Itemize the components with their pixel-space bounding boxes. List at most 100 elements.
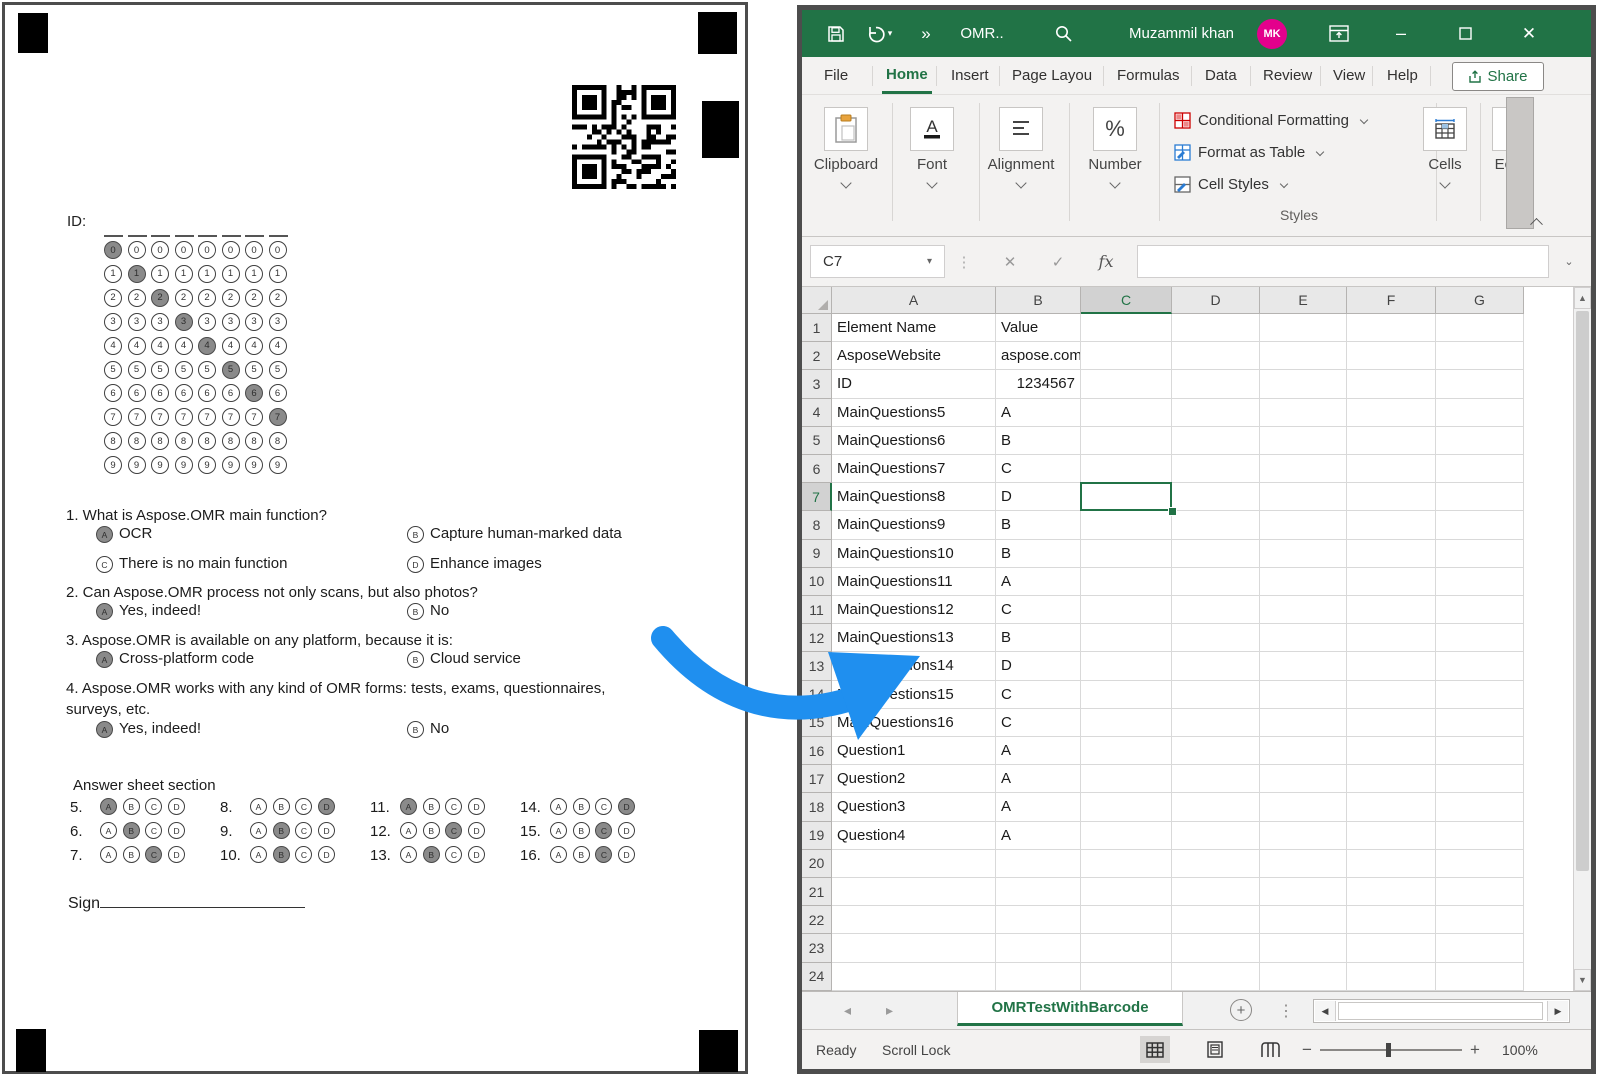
row-header-2[interactable]: 2 (802, 342, 832, 370)
cell-G2[interactable] (1436, 342, 1524, 370)
cell-C19[interactable] (1081, 822, 1172, 850)
cell-D7[interactable] (1172, 483, 1260, 511)
cell-B24[interactable] (996, 963, 1081, 991)
select-all-corner[interactable] (802, 287, 832, 314)
cell-A7[interactable]: MainQuestions8 (832, 483, 996, 511)
cell-A24[interactable] (832, 963, 996, 991)
cell-C13[interactable] (1081, 652, 1172, 680)
row-header-6[interactable]: 6 (802, 455, 832, 483)
cell-C3[interactable] (1081, 370, 1172, 398)
name-box-splitter[interactable]: ⋮ (954, 245, 974, 278)
cell-B4[interactable]: A (996, 399, 1081, 427)
column-header-A[interactable]: A (832, 287, 996, 314)
cell-B1[interactable]: Value (996, 314, 1081, 342)
zoom-slider-thumb[interactable] (1386, 1043, 1391, 1057)
account-button[interactable]: MK (1256, 10, 1288, 57)
cell-A8[interactable]: MainQuestions9 (832, 511, 996, 539)
cell-A19[interactable]: Question4 (832, 822, 996, 850)
cell-E11[interactable] (1260, 596, 1347, 624)
cell-F3[interactable] (1347, 370, 1436, 398)
cell-F23[interactable] (1347, 934, 1436, 962)
number-group-button[interactable]: % Number (1089, 107, 1141, 187)
cell-C10[interactable] (1081, 568, 1172, 596)
cell-D3[interactable] (1172, 370, 1260, 398)
cell-D20[interactable] (1172, 850, 1260, 878)
cell-A23[interactable] (832, 934, 996, 962)
cell-B21[interactable] (996, 878, 1081, 906)
cell-B15[interactable]: C (996, 709, 1081, 737)
normal-view-button[interactable] (1140, 1036, 1170, 1063)
menu-tab-view[interactable]: View (1329, 57, 1369, 94)
horizontal-scrollbar[interactable]: ◀ ▶ (1313, 999, 1570, 1023)
cell-D5[interactable] (1172, 427, 1260, 455)
cell-B5[interactable]: B (996, 427, 1081, 455)
cell-D16[interactable] (1172, 737, 1260, 765)
cell-F21[interactable] (1347, 878, 1436, 906)
cell-B7[interactable]: D (996, 483, 1081, 511)
cell-B22[interactable] (996, 906, 1081, 934)
cell-D19[interactable] (1172, 822, 1260, 850)
cell-F11[interactable] (1347, 596, 1436, 624)
cell-B10[interactable]: A (996, 568, 1081, 596)
cell-D12[interactable] (1172, 624, 1260, 652)
row-header-4[interactable]: 4 (802, 399, 832, 427)
cell-D4[interactable] (1172, 399, 1260, 427)
vertical-scrollbar-thumb[interactable] (1576, 311, 1589, 871)
menu-tab-data[interactable]: Data (1201, 57, 1241, 94)
collapse-ribbon-button[interactable] (1526, 211, 1546, 231)
cell-D21[interactable] (1172, 878, 1260, 906)
cell-E15[interactable] (1260, 709, 1347, 737)
cell-B17[interactable]: A (996, 765, 1081, 793)
previous-sheet-button[interactable]: ◂ (844, 992, 870, 1029)
row-header-19[interactable]: 19 (802, 822, 832, 850)
cell-C12[interactable] (1081, 624, 1172, 652)
cell-E2[interactable] (1260, 342, 1347, 370)
clipboard-group-button[interactable]: Clipboard (820, 107, 872, 187)
cell-F17[interactable] (1347, 765, 1436, 793)
cell-B19[interactable]: A (996, 822, 1081, 850)
cell-D9[interactable] (1172, 540, 1260, 568)
cell-B13[interactable]: D (996, 652, 1081, 680)
cell-F10[interactable] (1347, 568, 1436, 596)
sheet-tab-active[interactable]: OMRTestWithBarcode (957, 992, 1183, 1026)
cell-B12[interactable]: B (996, 624, 1081, 652)
cell-D2[interactable] (1172, 342, 1260, 370)
cell-F2[interactable] (1347, 342, 1436, 370)
page-layout-view-button[interactable] (1200, 1036, 1230, 1063)
row-header-7[interactable]: 7 (802, 483, 832, 511)
cell-E4[interactable] (1260, 399, 1347, 427)
cell-G23[interactable] (1436, 934, 1524, 962)
font-group-button[interactable]: A Font (906, 107, 958, 187)
cell-styles-button[interactable]: Cell Styles (1174, 171, 1287, 197)
cell-A4[interactable]: MainQuestions5 (832, 399, 996, 427)
cell-C9[interactable] (1081, 540, 1172, 568)
cell-E7[interactable] (1260, 483, 1347, 511)
cell-E17[interactable] (1260, 765, 1347, 793)
cell-F4[interactable] (1347, 399, 1436, 427)
row-header-17[interactable]: 17 (802, 765, 832, 793)
row-header-18[interactable]: 18 (802, 793, 832, 821)
column-header-G[interactable]: G (1436, 287, 1524, 314)
cell-B9[interactable]: B (996, 540, 1081, 568)
cell-E3[interactable] (1260, 370, 1347, 398)
cell-E1[interactable] (1260, 314, 1347, 342)
cell-E5[interactable] (1260, 427, 1347, 455)
row-header-9[interactable]: 9 (802, 540, 832, 568)
column-header-C[interactable]: C (1081, 287, 1172, 314)
cell-E16[interactable] (1260, 737, 1347, 765)
page-scrollbar[interactable] (1506, 97, 1534, 229)
conditional-formatting-button[interactable]: Conditional Formatting (1174, 107, 1367, 133)
cell-G6[interactable] (1436, 455, 1524, 483)
cell-C8[interactable] (1081, 511, 1172, 539)
cell-C18[interactable] (1081, 793, 1172, 821)
cell-G17[interactable] (1436, 765, 1524, 793)
cell-D24[interactable] (1172, 963, 1260, 991)
cell-D15[interactable] (1172, 709, 1260, 737)
cell-G18[interactable] (1436, 793, 1524, 821)
cell-A5[interactable]: MainQuestions6 (832, 427, 996, 455)
cell-F22[interactable] (1347, 906, 1436, 934)
cell-F20[interactable] (1347, 850, 1436, 878)
cell-E14[interactable] (1260, 681, 1347, 709)
cell-A6[interactable]: MainQuestions7 (832, 455, 996, 483)
cell-D18[interactable] (1172, 793, 1260, 821)
